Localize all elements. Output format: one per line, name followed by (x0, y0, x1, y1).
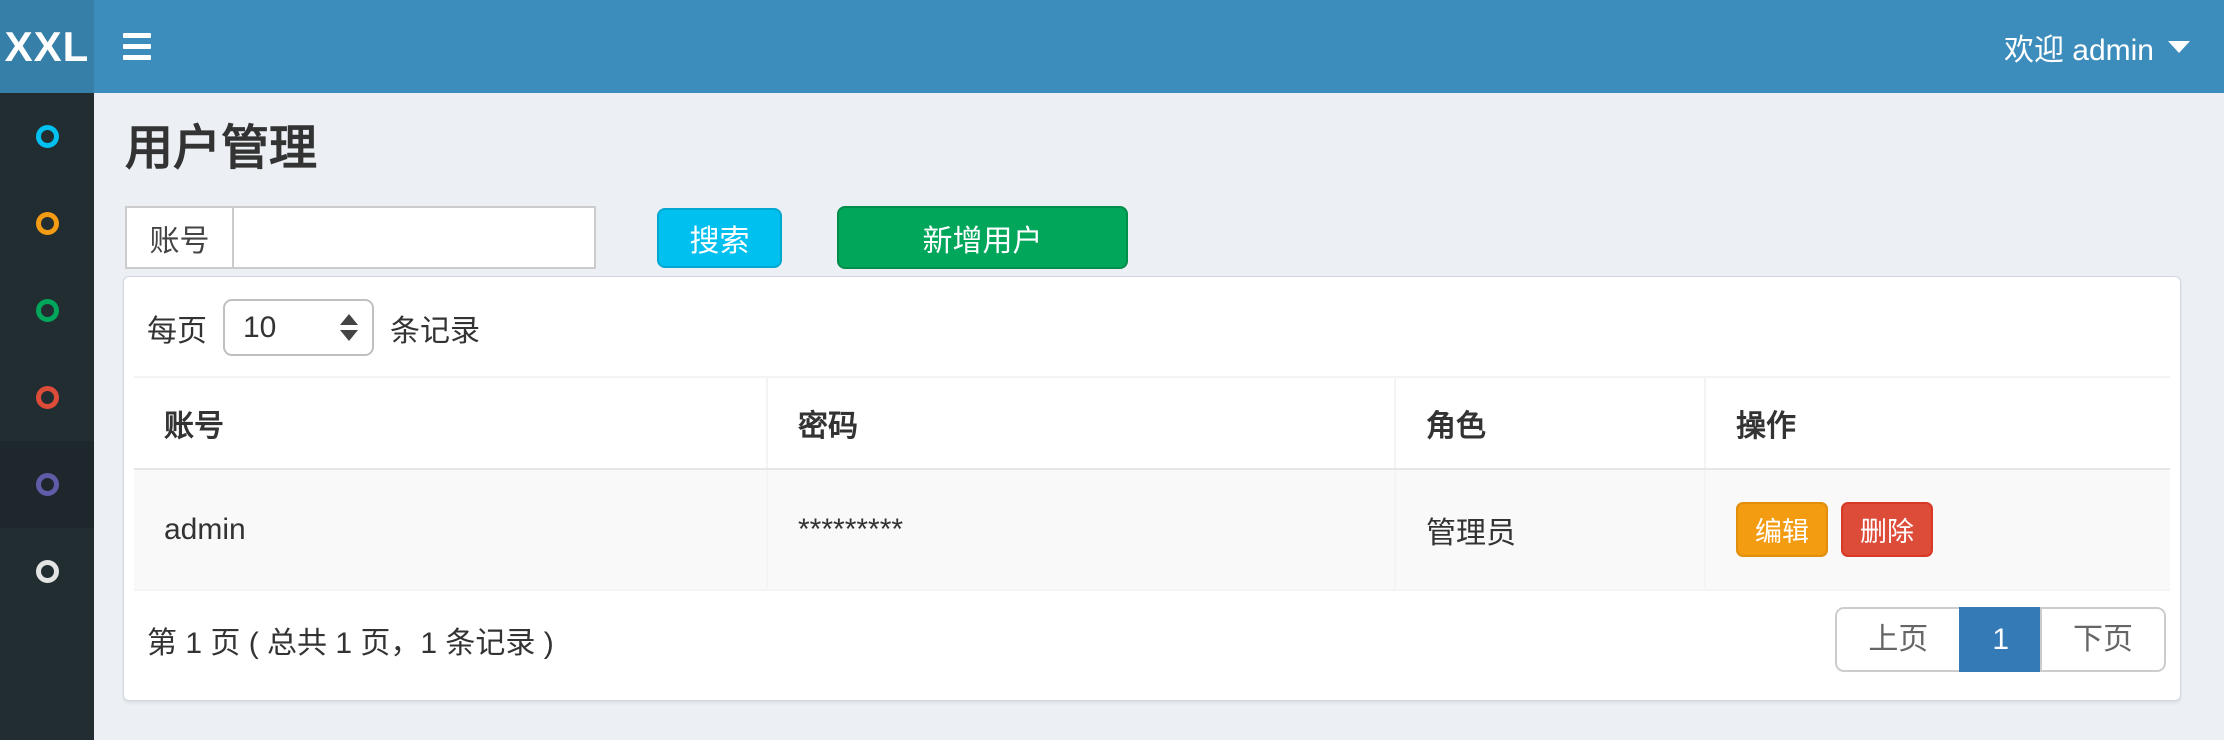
page-size-row: 每页 10 条记录 (147, 299, 2170, 356)
welcome-user-label: 欢迎 admin (2004, 25, 2154, 69)
top-navbar: XXL 欢迎 admin (0, 0, 2224, 93)
cell-actions: 编辑 删除 (1705, 469, 2170, 590)
sidebar-item-3[interactable] (0, 267, 94, 354)
circle-o-icon (36, 386, 59, 409)
circle-o-icon (36, 560, 59, 583)
account-addon-label: 账号 (125, 206, 232, 269)
page-title: 用户管理 (125, 119, 2181, 179)
page-size-value: 10 (243, 311, 340, 345)
pagination-summary: 第 1 页 ( 总共 1 页，1 条记录 ) (147, 618, 554, 662)
sidebar-item-4[interactable] (0, 354, 94, 441)
app-logo[interactable]: XXL (0, 0, 94, 93)
sidebar-toggle-hamburger-icon[interactable] (123, 33, 151, 60)
user-table: 账号 密码 角色 操作 admin ********* 管理员 编辑 删除 (134, 376, 2170, 591)
table-footer: 第 1 页 ( 总共 1 页，1 条记录 ) 上页 1 下页 (134, 607, 2170, 672)
cell-account: admin (134, 469, 767, 590)
edit-button[interactable]: 编辑 (1736, 502, 1828, 557)
search-form: 账号 搜索 新增用户 (125, 206, 2181, 269)
next-page-button[interactable]: 下页 (2040, 607, 2166, 672)
circle-o-icon (36, 212, 59, 235)
delete-button[interactable]: 删除 (1841, 502, 1933, 557)
search-button[interactable]: 搜索 (657, 208, 782, 268)
column-header-account: 账号 (134, 377, 767, 469)
prev-page-button[interactable]: 上页 (1835, 607, 1961, 672)
circle-o-icon (36, 299, 59, 322)
cell-role: 管理员 (1395, 469, 1705, 590)
sidebar (0, 93, 94, 740)
main-content: 用户管理 账号 搜索 新增用户 每页 10 条记录 账号 密码 (94, 93, 2224, 740)
page-size-suffix-label: 条记录 (390, 306, 480, 350)
column-header-password: 密码 (767, 377, 1395, 469)
sidebar-item-6[interactable] (0, 528, 94, 615)
sidebar-item-5-active[interactable] (0, 441, 94, 528)
pagination: 上页 1 下页 (1835, 607, 2166, 672)
column-header-role: 角色 (1395, 377, 1705, 469)
table-header-row: 账号 密码 角色 操作 (134, 377, 2170, 469)
select-stepper-icon (340, 314, 358, 341)
circle-o-icon (36, 473, 59, 496)
account-input-group: 账号 (125, 206, 596, 269)
sidebar-item-1[interactable] (0, 93, 94, 180)
table-row: admin ********* 管理员 编辑 删除 (134, 469, 2170, 590)
caret-down-icon (2168, 41, 2190, 53)
sidebar-item-2[interactable] (0, 180, 94, 267)
page-1-button[interactable]: 1 (1959, 607, 2042, 672)
page-size-select[interactable]: 10 (223, 299, 374, 356)
add-user-button[interactable]: 新增用户 (837, 206, 1128, 269)
column-header-actions: 操作 (1705, 377, 2170, 469)
circle-o-icon (36, 125, 59, 148)
cell-password: ********* (767, 469, 1395, 590)
user-menu[interactable]: 欢迎 admin (2004, 0, 2190, 93)
page-size-prefix-label: 每页 (147, 306, 207, 350)
account-search-input[interactable] (232, 206, 596, 269)
user-table-panel: 每页 10 条记录 账号 密码 角色 操作 admin (123, 276, 2181, 701)
